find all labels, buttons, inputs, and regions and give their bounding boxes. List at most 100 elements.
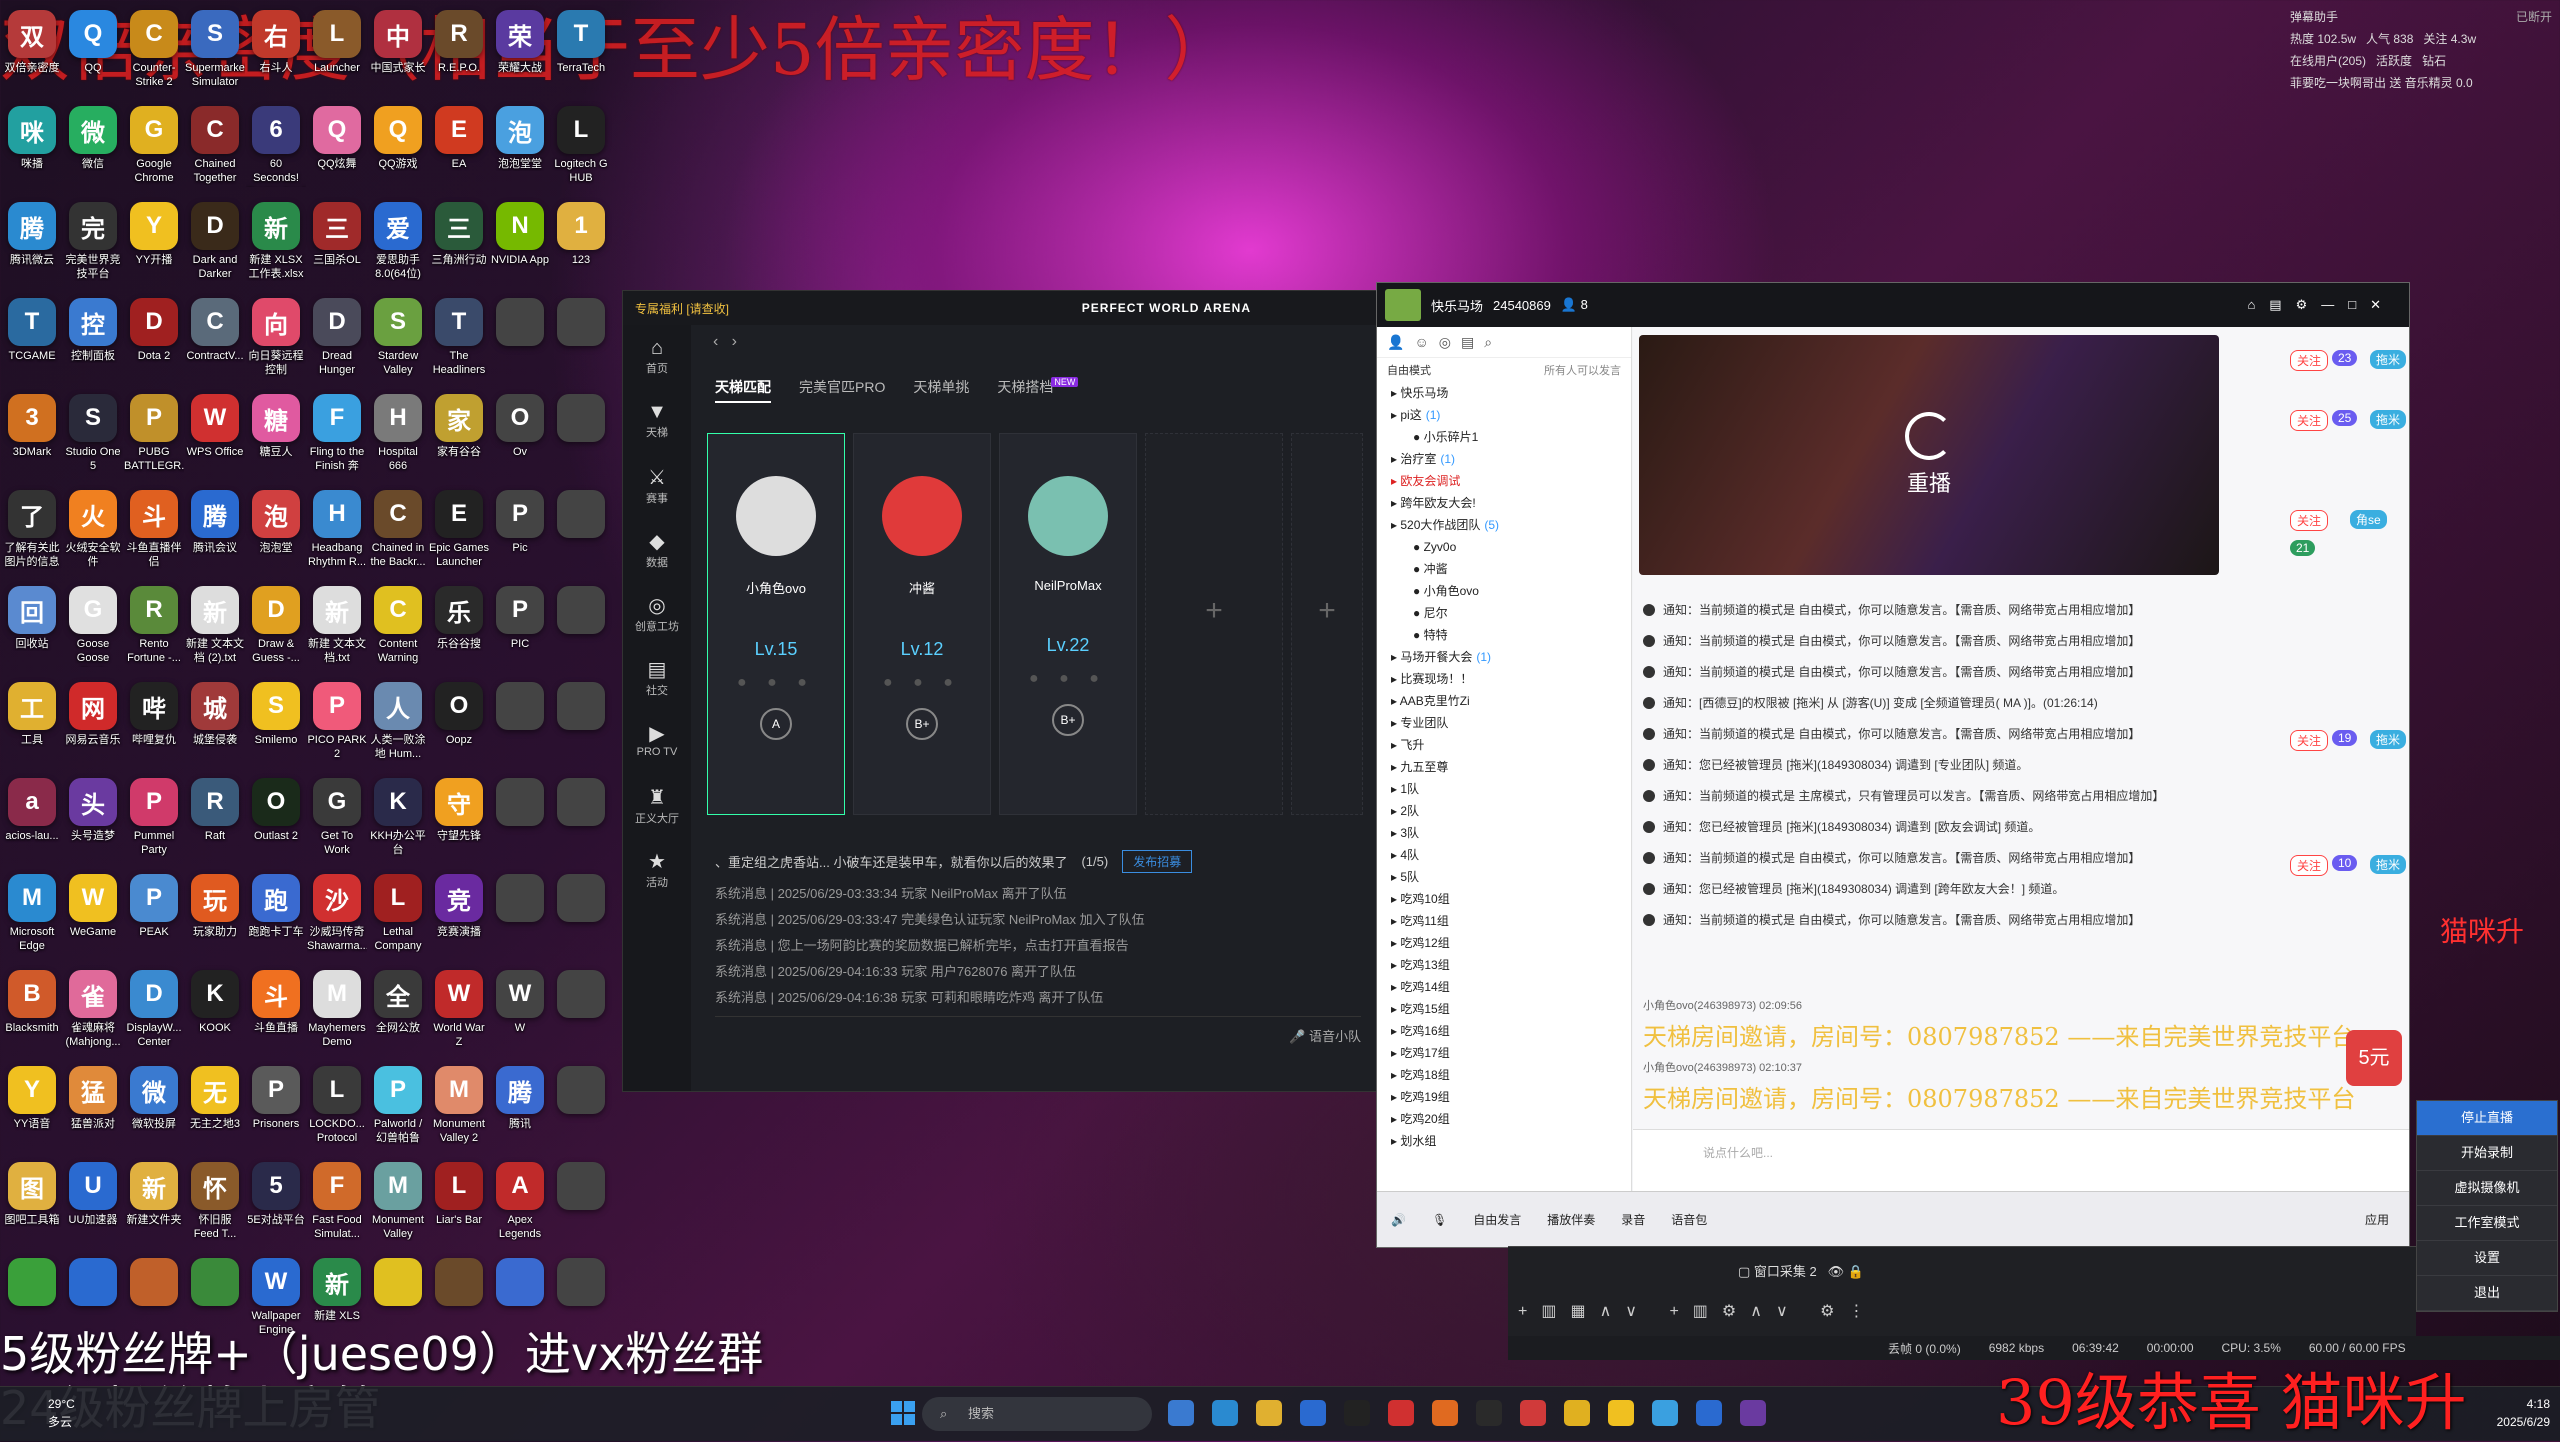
desktop-icon[interactable]: 向向日葵远程控制 (246, 294, 306, 390)
desktop-icon[interactable]: T TerraTech (551, 6, 611, 102)
apply-button[interactable]: 应用 (2365, 1211, 2389, 1228)
channel-item[interactable]: ▸ 吃鸡18组 (1377, 1064, 1631, 1086)
speaker-icon[interactable]: 🔊 (1391, 1213, 1406, 1227)
empty-slot[interactable]: + (1291, 433, 1363, 815)
publish-recruit-button[interactable]: 发布招募 (1122, 849, 1193, 873)
follow-tag[interactable]: 关注 (2290, 410, 2329, 431)
desktop-icon[interactable] (551, 390, 611, 486)
desktop-icon[interactable]: C Chained Together (185, 102, 245, 198)
location-icon[interactable]: ◎ (1439, 334, 1451, 351)
desktop-icon[interactable]: Q QQ (63, 6, 123, 102)
desktop-icon[interactable]: 泡泡泡堂堂 (490, 102, 550, 198)
desktop-icon[interactable]: 腾腾讯会议 (185, 486, 245, 582)
desktop-icon[interactable]: D Dread Hunger (307, 294, 367, 390)
source-item[interactable]: ▢ 窗口采集 2 👁 🔒 (1738, 1261, 1864, 1280)
desktop-icon[interactable]: D DisplayW... Center (124, 966, 184, 1062)
window-controls[interactable]: ⌂▤⚙—□✕ (2247, 297, 2395, 313)
desktop-icon[interactable]: K KKH办公平台 (368, 774, 428, 870)
desktop-icon[interactable] (551, 486, 611, 582)
desktop-icon[interactable]: 腾腾讯微云 (2, 198, 62, 294)
desktop-icon[interactable]: 竞竞赛演播 (429, 870, 489, 966)
desktop-icon[interactable]: 头头号造梦 (63, 774, 123, 870)
desktop-icon[interactable]: 斗斗鱼直播伴侣 (124, 486, 184, 582)
free-speak-button[interactable]: 自由发言 (1473, 1211, 1521, 1228)
desktop-icon[interactable]: 斗斗鱼直播 (246, 966, 306, 1062)
desktop-icon[interactable]: S Supermarket Simulator (185, 6, 245, 102)
desktop-icon[interactable] (551, 870, 611, 966)
pwa-back-forward[interactable]: ‹ › (713, 333, 737, 351)
user-icon[interactable]: 👤 (1387, 334, 1404, 351)
obs-control-button[interactable]: 虚拟摄像机 (2417, 1171, 2557, 1206)
desktop-icon[interactable]: 跑跑跑卡丁车 (246, 870, 306, 966)
desktop-icon[interactable] (551, 582, 611, 678)
desktop-icon[interactable]: M Monument Valley (368, 1158, 428, 1254)
pwa-nav-item[interactable]: ★ 活动 (623, 837, 691, 901)
obs-control-button[interactable]: 工作室模式 (2417, 1206, 2557, 1241)
desktop-icon[interactable] (490, 774, 550, 870)
follow-tag[interactable]: 关注 (2290, 350, 2329, 371)
follow-tag[interactable]: 关注 (2290, 730, 2329, 751)
taskbar-app-icon[interactable] (1344, 1400, 1370, 1426)
desktop-icon[interactable]: 新新建 文本文档 (2).txt (185, 582, 245, 678)
taskbar-app-icon[interactable] (1740, 1400, 1766, 1426)
voice-pack-button[interactable]: 语音包 (1671, 1211, 1707, 1228)
taskbar-app-icon[interactable] (1432, 1400, 1458, 1426)
taskbar-app-icon[interactable] (1388, 1400, 1414, 1426)
desktop-icon[interactable]: S Smilemo (246, 678, 306, 774)
desktop-icon[interactable]: K KOOK (185, 966, 245, 1062)
channel-item[interactable]: ▸ 飞升 (1377, 734, 1631, 756)
stream-video-preview[interactable]: 重播 (1639, 335, 2219, 575)
channel-user[interactable]: ● Zyv0o (1377, 536, 1631, 558)
desktop-icon[interactable]: E Epic Games Launcher (429, 486, 489, 582)
channel-item[interactable]: ▸ 治疗室 (1) (1377, 448, 1631, 470)
channel-item[interactable]: ▸ 划水组 (1377, 1130, 1631, 1152)
tab-ladder-solo[interactable]: 天梯单挑 (913, 377, 969, 403)
desktop-icon[interactable]: 工工具 (2, 678, 62, 774)
desktop-icon[interactable] (490, 678, 550, 774)
desktop-icon[interactable] (551, 1062, 611, 1158)
desktop-icon[interactable] (490, 294, 550, 390)
taskbar-app-icon[interactable] (1652, 1400, 1678, 1426)
desktop-icon[interactable]: 右右斗人 (246, 6, 306, 102)
desktop-icon[interactable]: E EA (429, 102, 489, 198)
desktop-icon[interactable]: WW (490, 966, 550, 1062)
taskbar-app-icon[interactable] (1212, 1400, 1238, 1426)
pwa-nav-item[interactable]: ◎ 创意工坊 (623, 581, 691, 645)
channel-user[interactable]: ● 特特 (1377, 624, 1631, 646)
desktop-icon[interactable]: 无无主之地3 (185, 1062, 245, 1158)
desktop-icon[interactable]: N NVIDIA App (490, 198, 550, 294)
desktop-icon[interactable]: 家家有谷谷 (429, 390, 489, 486)
desktop-icon[interactable]: F Fling to the Finish 奔 (307, 390, 367, 486)
desktop-icon[interactable]: 爱爱思助手 8.0(64位) (368, 198, 428, 294)
desktop-icon[interactable]: L Logitech G HUB (551, 102, 611, 198)
gift-price-badge[interactable]: 5元 (2346, 1030, 2402, 1086)
desktop-icon[interactable]: C Chained in the Backr... (368, 486, 428, 582)
desktop-icon[interactable] (551, 774, 611, 870)
desktop-icon[interactable]: H Headbang Rhythm R... (307, 486, 367, 582)
desktop-icon[interactable]: P Palworld / 幻兽帕鲁 (368, 1062, 428, 1158)
pwa-nav-item[interactable]: ⌂ 首页 (623, 325, 691, 389)
desktop-icon[interactable]: 回回收站 (2, 582, 62, 678)
desktop-icon[interactable]: S Stardew Valley (368, 294, 428, 390)
taskbar-app-icon[interactable] (1608, 1400, 1634, 1426)
channel-item[interactable]: ▸ 吃鸡20组 (1377, 1108, 1631, 1130)
desktop-icon[interactable]: B Blacksmith (2, 966, 62, 1062)
search-icon[interactable]: ⌕ (1484, 334, 1492, 351)
scene-toolbar[interactable]: +▥▦∧∨ +▥⚙∧∨ ⚙⋮ (1518, 1301, 1878, 1321)
desktop-icon[interactable]: 哔哔哩复仇 (124, 678, 184, 774)
voice-team-button[interactable]: 语音小队 (1309, 1029, 1361, 1044)
desktop-icon[interactable]: 咪咪播 (2, 102, 62, 198)
channel-item[interactable]: ▸ 比赛现场！！ (1377, 668, 1631, 690)
desktop-icon[interactable]: P PICO PARK 2 (307, 678, 367, 774)
channel-item[interactable]: ▸ 马场开餐大会 (1) (1377, 646, 1631, 668)
player-card[interactable]: 小角色ovo Lv.15 ● ● ● A (707, 433, 845, 815)
desktop-icon[interactable]: 微微软投屏 (124, 1062, 184, 1158)
channel-user[interactable]: ● 小乐碎片1 (1377, 426, 1631, 448)
desktop-icon[interactable]: 1 123 (551, 198, 611, 294)
desktop-icon[interactable] (490, 870, 550, 966)
channel-item[interactable]: ▸ 1队 (1377, 778, 1631, 800)
channel-item[interactable]: ▸ 快乐马场 (1377, 382, 1631, 404)
pwa-nav-item[interactable]: ▶ PRO TV (623, 709, 691, 773)
pwa-promo-link[interactable]: 专属福利 [请查收] (623, 300, 729, 317)
taskbar-app-icon[interactable] (1168, 1400, 1194, 1426)
